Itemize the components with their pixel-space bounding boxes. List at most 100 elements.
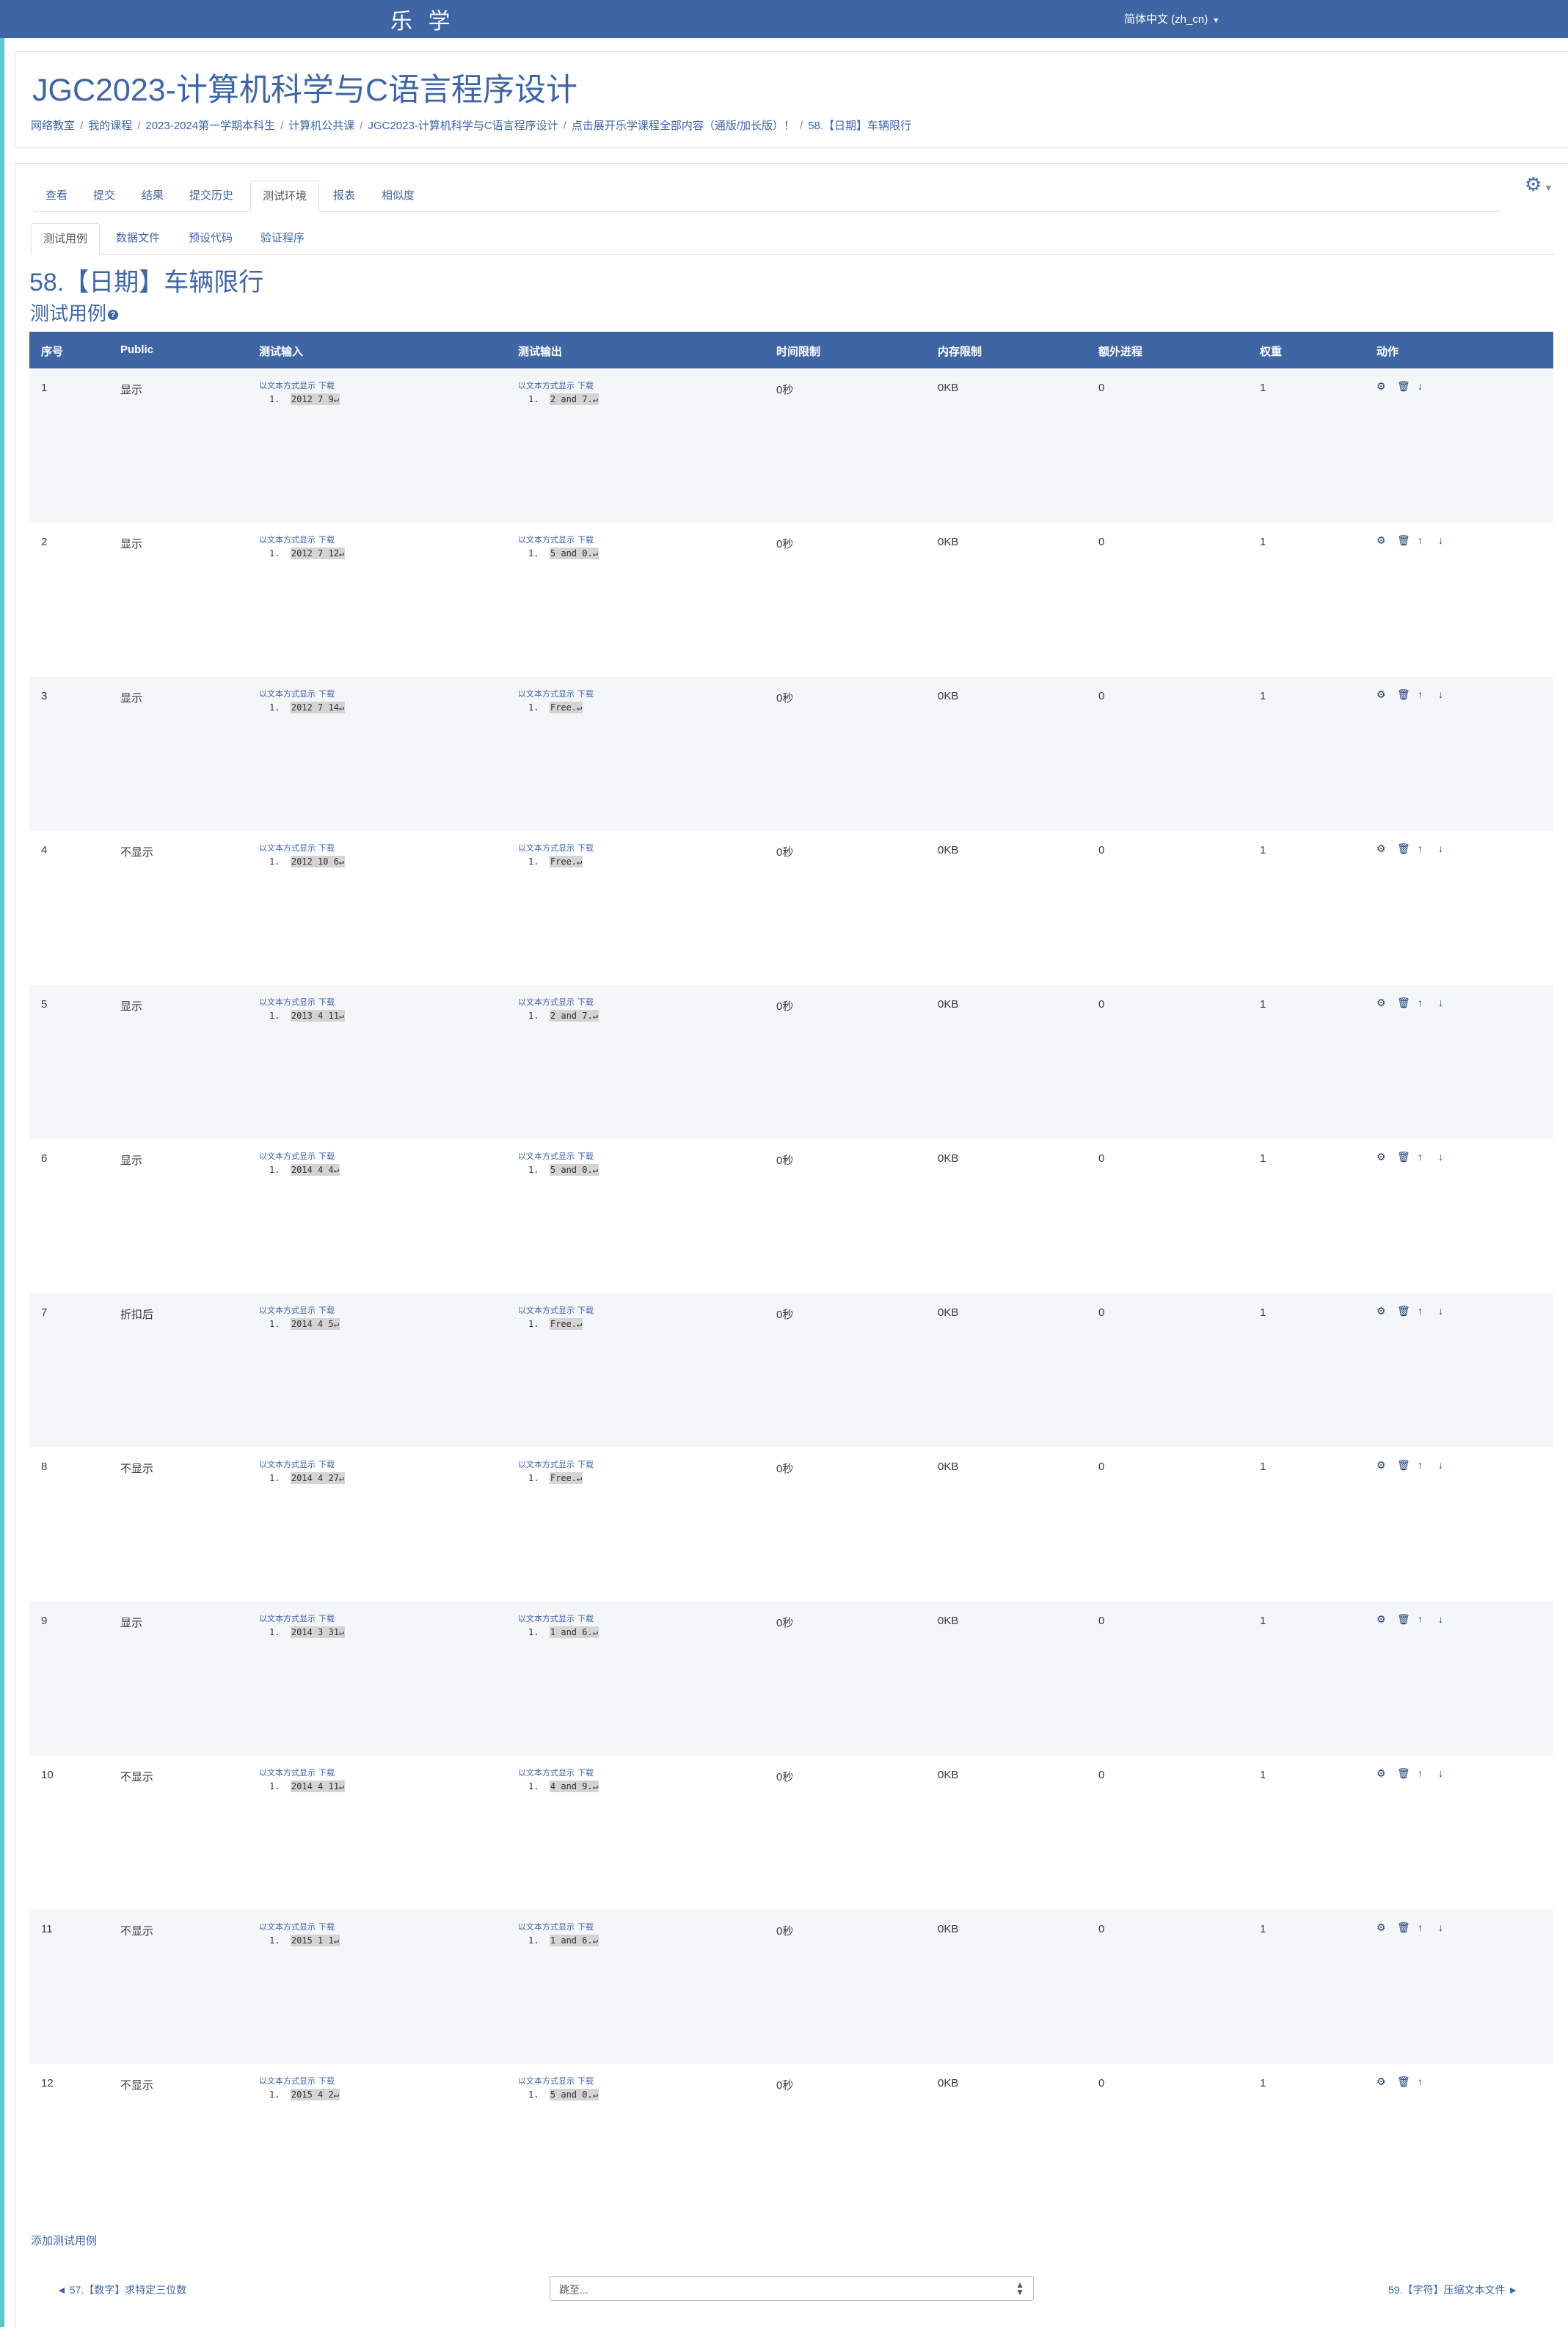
arrow-down-icon[interactable]: ↓ (1438, 1613, 1459, 1625)
tab-validator[interactable]: 验证程序 (249, 223, 316, 253)
language-menu[interactable]: 简体中文 (zh_cn) ▼ (1124, 11, 1219, 26)
breadcrumb-item[interactable]: 网络教室 (31, 120, 75, 132)
gear-icon[interactable]: ⚙ (1376, 1613, 1397, 1626)
trash-icon[interactable]: 🗑 (1397, 688, 1418, 701)
arrow-down-icon[interactable]: ↓ (1438, 1459, 1459, 1471)
download-link[interactable]: 下载 (577, 844, 594, 853)
breadcrumb-item[interactable]: 58.【日期】车辆限行 (808, 120, 911, 132)
download-link[interactable]: 下载 (577, 1461, 594, 1469)
download-link[interactable]: 下载 (577, 690, 594, 699)
trash-icon[interactable]: 🗑 (1397, 534, 1418, 547)
arrow-up-icon[interactable]: ↑ (1418, 1767, 1438, 1779)
tab-test-env[interactable]: 测试环境 (250, 181, 320, 212)
show-as-text-link[interactable]: 以文本方式显示 (518, 844, 575, 853)
breadcrumb-item[interactable]: 我的课程 (88, 120, 132, 132)
tab-submit[interactable]: 提交 (81, 181, 127, 211)
show-as-text-link[interactable]: 以文本方式显示 (518, 2077, 575, 2086)
settings-menu[interactable]: ⚙ ▼ (1525, 173, 1553, 196)
gear-icon[interactable]: ⚙ (1376, 2076, 1397, 2088)
tab-data-files[interactable]: 数据文件 (104, 223, 172, 253)
arrow-down-icon[interactable]: ↓ (1418, 380, 1438, 392)
show-as-text-link[interactable]: 以文本方式显示 (259, 1923, 316, 1932)
next-activity-link[interactable]: 59.【字符】压缩文本文件 ► (1388, 2282, 1518, 2297)
arrow-down-icon[interactable]: ↓ (1438, 997, 1459, 1008)
download-link[interactable]: 下载 (577, 1152, 594, 1161)
prev-activity-link[interactable]: ◄ 57.【数字】求特定三位数 (56, 2282, 186, 2297)
gear-icon[interactable]: ⚙ (1376, 380, 1397, 393)
arrow-down-icon[interactable]: ↓ (1438, 1305, 1459, 1317)
col-header-memory[interactable]: 内存限制 (938, 343, 982, 359)
col-header-weight[interactable]: 权重 (1260, 343, 1282, 359)
trash-icon[interactable]: 🗑 (1397, 2076, 1418, 2088)
download-link[interactable]: 下载 (318, 1306, 335, 1315)
gear-icon[interactable]: ⚙ (1376, 997, 1397, 1009)
tab-results[interactable]: 结果 (130, 181, 175, 211)
trash-icon[interactable]: 🗑 (1397, 1921, 1418, 1934)
show-as-text-link[interactable]: 以文本方式显示 (518, 690, 575, 699)
download-link[interactable]: 下载 (577, 382, 594, 390)
gear-icon[interactable]: ⚙ (1376, 688, 1397, 701)
col-header-time[interactable]: 时间限制 (776, 343, 820, 359)
show-as-text-link[interactable]: 以文本方式显示 (259, 998, 316, 1007)
show-as-text-link[interactable]: 以文本方式显示 (259, 1306, 316, 1315)
trash-icon[interactable]: 🗑 (1397, 997, 1418, 1009)
download-link[interactable]: 下载 (318, 1461, 335, 1469)
breadcrumb-item[interactable]: JGC2023-计算机科学与C语言程序设计 (368, 120, 558, 132)
show-as-text-link[interactable]: 以文本方式显示 (518, 1461, 575, 1469)
show-as-text-link[interactable]: 以文本方式显示 (518, 382, 575, 390)
arrow-up-icon[interactable]: ↑ (1418, 1151, 1438, 1163)
show-as-text-link[interactable]: 以文本方式显示 (518, 1306, 575, 1315)
col-header-input[interactable]: 测试输入 (259, 343, 303, 359)
arrow-down-icon[interactable]: ↓ (1438, 843, 1459, 854)
tab-test-cases[interactable]: 测试用例 (31, 223, 101, 255)
show-as-text-link[interactable]: 以文本方式显示 (518, 1769, 575, 1778)
show-as-text-link[interactable]: 以文本方式显示 (259, 1615, 316, 1623)
col-header-output[interactable]: 测试输出 (518, 343, 562, 359)
gear-icon[interactable]: ⚙ (1376, 1921, 1397, 1934)
breadcrumb-item[interactable]: 2023-2024第一学期本科生 (145, 120, 275, 132)
site-logo[interactable]: 乐 学 (390, 3, 455, 35)
gear-icon[interactable]: ⚙ (1376, 843, 1397, 855)
gear-icon[interactable]: ⚙ (1376, 1305, 1397, 1317)
download-link[interactable]: 下载 (318, 1152, 335, 1161)
arrow-down-icon[interactable]: ↓ (1438, 688, 1459, 700)
arrow-up-icon[interactable]: ↑ (1418, 843, 1438, 854)
download-link[interactable]: 下载 (577, 1769, 594, 1778)
download-link[interactable]: 下载 (318, 382, 335, 390)
trash-icon[interactable]: 🗑 (1397, 380, 1418, 393)
arrow-down-icon[interactable]: ↓ (1438, 1921, 1459, 1933)
download-link[interactable]: 下载 (318, 1769, 335, 1778)
show-as-text-link[interactable]: 以文本方式显示 (518, 1152, 575, 1161)
arrow-up-icon[interactable]: ↑ (1418, 1305, 1438, 1317)
tab-view[interactable]: 查看 (34, 181, 79, 211)
show-as-text-link[interactable]: 以文本方式显示 (518, 536, 575, 545)
download-link[interactable]: 下载 (577, 1306, 594, 1315)
col-header-process[interactable]: 额外进程 (1098, 343, 1142, 359)
col-header-public[interactable]: Public (120, 343, 153, 356)
tab-report[interactable]: 报表 (321, 181, 367, 211)
arrow-down-icon[interactable]: ↓ (1438, 1151, 1459, 1163)
tab-preset-code[interactable]: 预设代码 (177, 223, 244, 253)
arrow-up-icon[interactable]: ↑ (1418, 997, 1438, 1008)
download-link[interactable]: 下载 (318, 690, 335, 699)
trash-icon[interactable]: 🗑 (1397, 1613, 1418, 1626)
trash-icon[interactable]: 🗑 (1397, 1459, 1418, 1472)
download-link[interactable]: 下载 (318, 1615, 335, 1623)
arrow-up-icon[interactable]: ↑ (1418, 1459, 1438, 1471)
show-as-text-link[interactable]: 以文本方式显示 (259, 844, 316, 853)
arrow-up-icon[interactable]: ↑ (1418, 534, 1438, 546)
show-as-text-link[interactable]: 以文本方式显示 (259, 690, 316, 699)
show-as-text-link[interactable]: 以文本方式显示 (259, 1461, 316, 1469)
show-as-text-link[interactable]: 以文本方式显示 (518, 998, 575, 1007)
arrow-up-icon[interactable]: ↑ (1418, 2076, 1438, 2087)
gear-icon[interactable]: ⚙ (1376, 1459, 1397, 1472)
show-as-text-link[interactable]: 以文本方式显示 (259, 536, 316, 545)
arrow-up-icon[interactable]: ↑ (1418, 1921, 1438, 1933)
download-link[interactable]: 下载 (318, 2077, 335, 2086)
download-link[interactable]: 下载 (318, 1923, 335, 1932)
download-link[interactable]: 下载 (577, 2077, 594, 2086)
gear-icon[interactable]: ⚙ (1376, 1151, 1397, 1163)
show-as-text-link[interactable]: 以文本方式显示 (259, 1152, 316, 1161)
help-icon[interactable]: ? (108, 310, 119, 321)
download-link[interactable]: 下载 (577, 998, 594, 1007)
